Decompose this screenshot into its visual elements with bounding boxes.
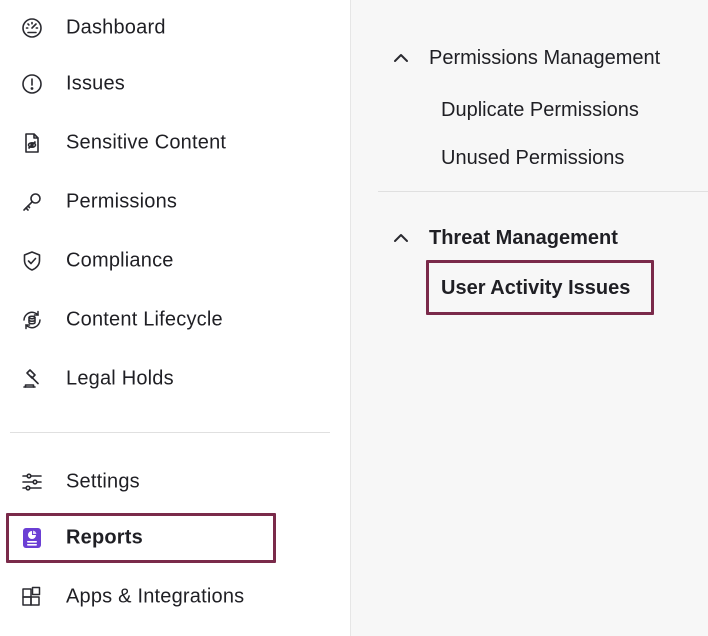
chevron-up-icon [391, 228, 411, 248]
sidebar-item-sensitive-content[interactable]: Sensitive Content [10, 120, 340, 166]
sidebar-item-label: Settings [66, 470, 140, 493]
sidebar-item-label: Legal Holds [66, 367, 174, 390]
shield-check-icon [20, 249, 44, 273]
sidebar-item-issues[interactable]: Issues [10, 61, 340, 107]
sidebar-item-settings[interactable]: Settings [10, 459, 340, 505]
submenu-item-duplicate-permissions[interactable]: Duplicate Permissions [441, 96, 639, 124]
group-title: Threat Management [429, 226, 618, 249]
sliders-icon [20, 470, 44, 494]
sidebar-item-legal-holds[interactable]: Legal Holds [10, 356, 340, 402]
sidebar-item-label: Sensitive Content [66, 131, 227, 154]
submenu-item-user-activity-issues[interactable]: User Activity Issues [441, 274, 630, 302]
lifecycle-database-icon [20, 308, 44, 332]
sidebar-item-dashboard[interactable]: Dashboard [10, 5, 340, 51]
group-permissions-management[interactable]: Permissions Management [391, 43, 691, 73]
submenu-item-unused-permissions[interactable]: Unused Permissions [441, 144, 624, 172]
chevron-up-icon [391, 48, 411, 68]
panel-divider [378, 191, 708, 192]
sidebar-item-label: Compliance [66, 249, 174, 272]
sidebar-item-label: Dashboard [66, 16, 166, 39]
sidebar-item-label: Permissions [66, 190, 178, 213]
apps-grid-icon [20, 585, 44, 609]
sidebar-item-compliance[interactable]: Compliance [10, 238, 340, 284]
alert-circle-icon [20, 72, 44, 96]
sidebar-divider [10, 432, 330, 433]
dashboard-gauge-icon [20, 16, 44, 40]
sidebar-item-label: Content Lifecycle [66, 308, 223, 331]
sidebar-item-content-lifecycle[interactable]: Content Lifecycle [10, 297, 340, 343]
sidebar-item-label: Apps & Integrations [66, 585, 245, 608]
gavel-icon [20, 367, 44, 391]
reports-submenu-panel: Permissions Management Duplicate Permiss… [351, 0, 708, 636]
sidebar: Dashboard Issues Sensitive Content Permi… [0, 0, 351, 636]
sidebar-item-label: Issues [66, 72, 126, 95]
app-root: Dashboard Issues Sensitive Content Permi… [0, 0, 708, 636]
group-threat-management[interactable]: Threat Management [391, 223, 691, 253]
sensitive-file-icon [20, 131, 44, 155]
sidebar-item-permissions[interactable]: Permissions [10, 179, 340, 225]
sidebar-item-apps-integrations[interactable]: Apps & Integrations [10, 574, 340, 620]
group-title: Permissions Management [429, 46, 661, 69]
sidebar-item-label: Reports [66, 526, 143, 549]
sidebar-item-reports[interactable]: Reports [10, 515, 340, 561]
report-icon [20, 526, 44, 550]
key-icon [20, 190, 44, 214]
